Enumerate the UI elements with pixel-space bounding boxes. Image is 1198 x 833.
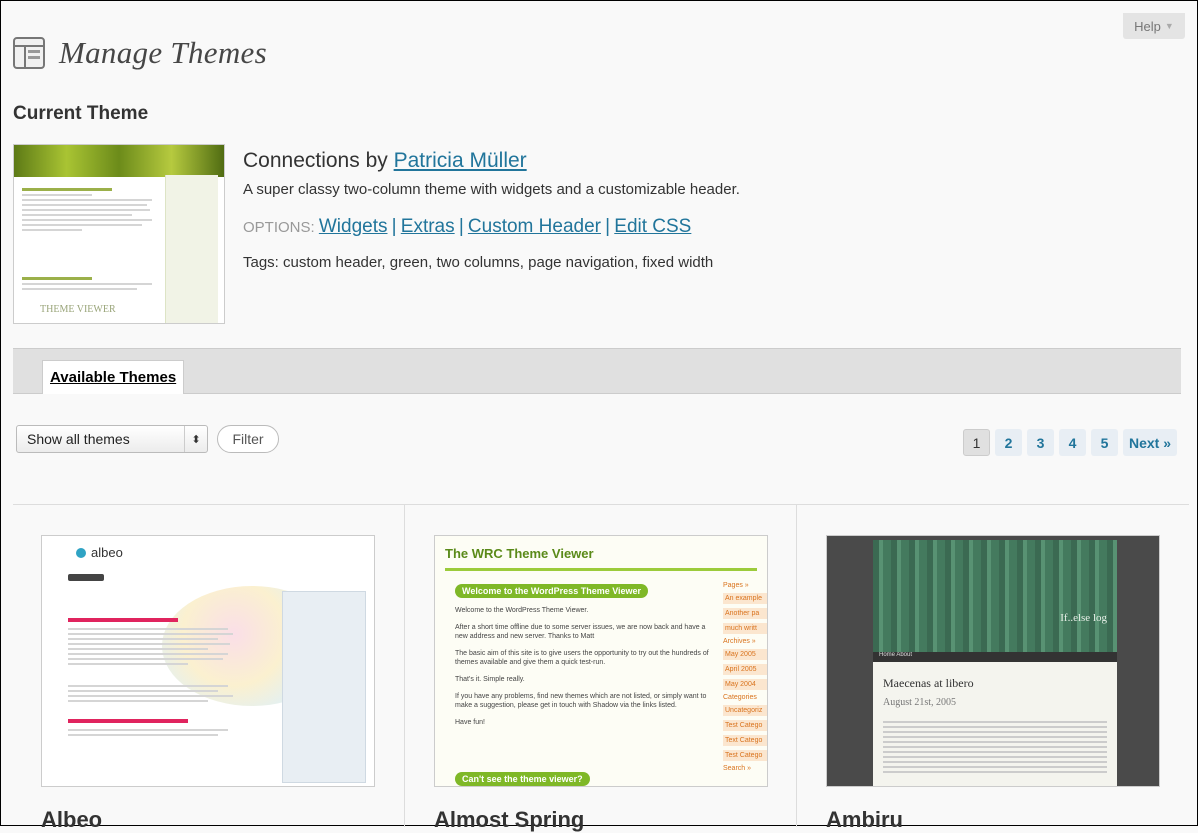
theme-name-almost-spring[interactable]: Almost Spring bbox=[434, 807, 584, 833]
sidebar-heading: Pages » bbox=[723, 582, 749, 589]
next-page-link[interactable]: Next » bbox=[1122, 429, 1177, 456]
theme-name-ambiru[interactable]: Ambiru bbox=[826, 807, 903, 833]
help-label: Help bbox=[1134, 18, 1161, 34]
thumb-viewer-text: THEME VIEWER bbox=[40, 304, 116, 315]
theme-description: A super classy two-column theme with wid… bbox=[243, 181, 740, 198]
separator: | bbox=[605, 216, 611, 237]
author-link[interactable]: Patricia Müller bbox=[394, 149, 527, 172]
thumb-post-body: Welcome to the WordPress Theme Viewer. A… bbox=[455, 606, 715, 735]
thumb-blog-name: If..else log bbox=[1060, 612, 1107, 624]
sidebar-item: An example bbox=[723, 593, 767, 604]
thumb-paragraph: Welcome to the WordPress Theme Viewer. bbox=[455, 607, 589, 614]
select-arrows-icon: ⬍ bbox=[184, 426, 207, 452]
theme-tags: Tags: custom header, green, two columns,… bbox=[243, 254, 714, 271]
custom-header-link[interactable]: Custom Header bbox=[468, 216, 601, 237]
albeo-logo: albeo bbox=[76, 545, 123, 560]
sidebar-heading: Archives » bbox=[723, 638, 756, 645]
thumb-green-bar bbox=[445, 568, 757, 571]
thumb-sidebar bbox=[165, 175, 218, 323]
sidebar-heading: Search » bbox=[723, 765, 752, 772]
tab-bar: Available Themes bbox=[13, 348, 1181, 394]
sidebar-item: May 2005 bbox=[723, 649, 767, 660]
pagination: 1 2 3 4 5 Next » bbox=[962, 429, 1177, 456]
sidebar-item: Another pa bbox=[723, 608, 767, 619]
sidebar-heading: Categories bbox=[723, 694, 757, 701]
current-theme-screenshot: THEME VIEWER bbox=[13, 144, 225, 324]
theme-name-text: Connections bbox=[243, 149, 360, 172]
filter-button[interactable]: Filter bbox=[217, 425, 279, 453]
thumb-nav: Home About bbox=[873, 652, 1117, 662]
theme-options: OPTIONS: Widgets | Extras | Custom Heade… bbox=[243, 216, 740, 238]
thumb-sidebar bbox=[282, 591, 366, 783]
page-title: Manage Themes bbox=[59, 35, 267, 70]
thumb-post bbox=[68, 618, 238, 739]
page-2[interactable]: 2 bbox=[994, 429, 1022, 456]
current-theme-name: Connections by Patricia Müller bbox=[243, 149, 740, 173]
extras-link[interactable]: Extras bbox=[401, 216, 455, 237]
thumb-paragraph: If you have any problems, find new theme… bbox=[455, 693, 707, 709]
sidebar-item: May 2004 bbox=[723, 679, 767, 690]
thumb-paragraph: After a short time offline due to some s… bbox=[455, 624, 706, 640]
divider bbox=[404, 504, 405, 827]
theme-screenshot-ambiru[interactable]: If..else log Home About Maecenas at libe… bbox=[826, 535, 1160, 787]
thumb-content bbox=[22, 185, 162, 293]
thumb-nav bbox=[68, 574, 104, 581]
theme-filter-select[interactable]: Show all themes ⬍ bbox=[16, 425, 208, 453]
theme-screenshot-almost-spring[interactable]: The WRC Theme Viewer Welcome to the Word… bbox=[434, 535, 768, 787]
thumb-post-title: Can't see the theme viewer? bbox=[455, 772, 590, 786]
separator: | bbox=[458, 216, 464, 237]
thumb-post-title: Welcome to the WordPress Theme Viewer bbox=[455, 584, 649, 598]
sidebar-item: April 2005 bbox=[723, 664, 767, 675]
current-theme-heading: Current Theme bbox=[13, 103, 149, 124]
select-value: Show all themes bbox=[27, 431, 130, 447]
divider bbox=[13, 504, 1189, 505]
page-3[interactable]: 3 bbox=[1026, 429, 1054, 456]
theme-screenshot-albeo[interactable]: albeo bbox=[41, 535, 375, 787]
sidebar-item: Test Catego bbox=[723, 720, 767, 731]
options-label: OPTIONS: bbox=[243, 219, 315, 236]
edit-css-link[interactable]: Edit CSS bbox=[614, 216, 691, 237]
themes-icon bbox=[13, 37, 45, 69]
thumb-paragraph: That's it. Simple really. bbox=[455, 676, 525, 683]
thumb-paragraph: The basic aim of this site is to give us… bbox=[455, 650, 709, 666]
sidebar-item: Uncategoriz bbox=[723, 705, 767, 716]
chevron-down-icon: ▼ bbox=[1164, 21, 1174, 31]
theme-name-albeo[interactable]: Albeo bbox=[41, 807, 102, 833]
thumb-sidebar: Pages » An example Another pa much writt… bbox=[723, 582, 767, 776]
thumb-post-title: Maecenas at libero bbox=[883, 676, 974, 690]
thumb-page: If..else log Home About Maecenas at libe… bbox=[873, 540, 1117, 786]
page-header: Manage Themes bbox=[13, 35, 267, 71]
page-5[interactable]: 5 bbox=[1090, 429, 1118, 456]
page-1[interactable]: 1 bbox=[962, 429, 990, 456]
current-theme-info: Connections by Patricia Müller A super c… bbox=[243, 149, 740, 271]
tab-available-themes[interactable]: Available Themes bbox=[42, 360, 185, 394]
thumb-post-date: August 21st, 2005 bbox=[883, 697, 957, 708]
help-button[interactable]: Help ▼ bbox=[1123, 13, 1185, 39]
tab-label: Available Themes bbox=[50, 369, 177, 386]
divider bbox=[796, 504, 797, 827]
sidebar-item: Test Catego bbox=[723, 750, 767, 761]
by-text: by bbox=[365, 149, 388, 172]
page-4[interactable]: 4 bbox=[1058, 429, 1086, 456]
thumb-paragraph: Have fun! bbox=[455, 719, 485, 726]
thumb-banner bbox=[873, 540, 1117, 652]
sidebar-item: much writt bbox=[723, 623, 767, 634]
separator: | bbox=[391, 216, 397, 237]
logo-icon bbox=[76, 547, 86, 558]
thumb-header-image bbox=[14, 145, 224, 177]
logo-text: albeo bbox=[91, 545, 123, 560]
sidebar-item: Text Catego bbox=[723, 735, 767, 746]
widgets-link[interactable]: Widgets bbox=[319, 216, 388, 237]
thumb-site-title: The WRC Theme Viewer bbox=[445, 546, 594, 561]
